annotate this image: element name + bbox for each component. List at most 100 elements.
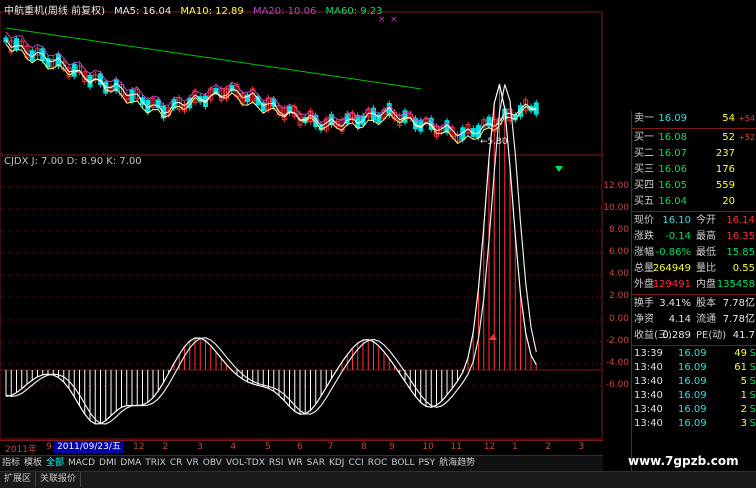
date-tick-label: 8: [360, 442, 367, 452]
stat-label: 今开: [696, 215, 716, 226]
indicator-label: CJDX J: 7.00 D: 8.90 K: 7.00: [4, 156, 142, 167]
tab-rsi[interactable]: RSI: [267, 456, 286, 470]
tab-template[interactable]: 模板: [22, 456, 44, 470]
tick-side: S: [749, 348, 756, 359]
tab-vr[interactable]: VR: [184, 456, 200, 470]
tick-time: 13:40: [634, 404, 663, 415]
quote-panel: 卖一 16.09 54 +54 买一 16.08 52 +52 买二 16.07 237 买三 16.…: [631, 111, 756, 471]
tick-side: S: [749, 404, 756, 415]
tab-sar[interactable]: SAR: [305, 456, 327, 470]
tick-row: 13:40 16.09 2 S: [632, 403, 756, 417]
axis-tick-label: -6.00: [605, 380, 629, 390]
stat-value: 0.289: [662, 330, 691, 341]
tick-price: 16.09: [678, 348, 707, 359]
tab-related-quotes[interactable]: 关联报价: [36, 472, 82, 487]
order-volume: 237: [715, 148, 735, 159]
tab-psy[interactable]: PSY: [416, 456, 437, 470]
date-tick-label: 10: [422, 442, 434, 452]
order-label: 买五: [634, 196, 654, 207]
axis-tick-label: 4.00: [608, 269, 629, 279]
tab-obv[interactable]: OBV: [201, 456, 224, 470]
date-tick-label: 9: [46, 442, 52, 452]
stat-label: 内盘: [696, 279, 716, 290]
tab-vol-tdx[interactable]: VOL-TDX: [224, 456, 267, 470]
date-tick-label: 9: [389, 442, 395, 452]
tick-list[interactable]: 13:39 16.09 49 S 13:40 16.09 61 S 13:40 16.09 5 S 13…: [632, 347, 756, 431]
ma60-label: MA60: 9.23: [325, 6, 383, 17]
stat-row: 总量 264949 量比 0.55: [632, 261, 756, 277]
tick-time: 13:40: [634, 390, 663, 401]
tab-indicator[interactable]: 指标: [0, 456, 22, 470]
tab-all[interactable]: 全部: [44, 456, 66, 470]
order-price: 16.08: [658, 132, 687, 143]
buy-row: 买五 16.04 20: [632, 194, 756, 210]
stat-label: 换手: [634, 298, 654, 309]
order-price: 16.07: [658, 148, 687, 159]
order-volume: 52: [722, 132, 735, 143]
kline-chart[interactable]: × ×: [0, 0, 603, 440]
tab-roc[interactable]: ROC: [366, 456, 390, 470]
tab-cr[interactable]: CR: [168, 456, 185, 470]
stat-row: 现价 16.10 今开 16.14: [632, 213, 756, 229]
stat-value: 129491: [652, 279, 691, 290]
date-tick-label: 4: [230, 442, 237, 452]
date-tick-label: 5: [264, 442, 271, 452]
date-tick-label: 2: [545, 442, 551, 452]
tab-航海趋势[interactable]: 航海趋势: [437, 456, 477, 470]
divider: [632, 128, 756, 129]
order-volume: 559: [715, 180, 735, 191]
order-label: 买三: [634, 164, 654, 175]
tab-wr[interactable]: WR: [286, 456, 305, 470]
tab-dma[interactable]: DMA: [118, 456, 143, 470]
order-label: 买二: [634, 148, 654, 159]
axis-tick-label: 6.00: [608, 247, 629, 257]
ma60-line: [5, 27, 421, 90]
order-volume: 20: [722, 196, 735, 207]
tick-row: 13:40 16.09 1 S: [632, 389, 756, 403]
candle-body: [360, 115, 366, 125]
tab-kdj[interactable]: KDJ: [327, 456, 347, 470]
date-tick-label: 6: [296, 442, 303, 452]
tab-dmi[interactable]: DMI: [97, 456, 118, 470]
stat-row: 涨幅 -0.86% 最低 15.85: [632, 245, 756, 261]
tab-macd[interactable]: MACD: [66, 456, 97, 470]
tick-side: S: [749, 376, 756, 387]
candle-body: [14, 38, 19, 50]
buy-row: 买四 16.05 559: [632, 178, 756, 194]
ma5-line: [5, 39, 537, 137]
sell-orders: 卖一 16.09 54 +54: [632, 111, 756, 127]
stat-label: 量比: [696, 263, 716, 274]
tab-boll[interactable]: BOLL: [389, 456, 416, 470]
stat-value: 15.85: [726, 247, 755, 258]
axis-tick-label: 10.00: [603, 203, 629, 213]
ma10-line: [5, 43, 537, 145]
tick-time: 13:39: [634, 348, 663, 359]
stat-label: 股本: [696, 298, 716, 309]
tick-price: 16.09: [678, 418, 707, 429]
order-price: 16.09: [658, 113, 687, 124]
axis-tick-label: -2.00: [605, 336, 629, 346]
tab-trix[interactable]: TRIX: [143, 456, 168, 470]
stat-value: -0.86%: [655, 247, 691, 258]
stat-label: 最低: [696, 247, 716, 258]
stat-value: 0.55: [732, 263, 755, 274]
tab-extension-area[interactable]: 扩展区: [0, 472, 37, 487]
ma20-label: MA20: 10.06: [252, 6, 317, 17]
buy-signal-arrow: [489, 334, 497, 340]
tab-cci[interactable]: CCI: [346, 456, 365, 470]
date-tick-label: 1: [512, 442, 518, 452]
tick-row: 13:40 16.09 61 S: [632, 361, 756, 375]
tick-time: 13:40: [634, 418, 663, 429]
tick-side: S: [749, 362, 756, 373]
order-change: +54: [738, 114, 755, 123]
order-change: +52: [738, 133, 755, 142]
axis-tick-label: 2.00: [608, 291, 629, 301]
ma5-label: MA5: 16.04: [114, 6, 172, 17]
date-tick-label: 3: [578, 442, 585, 452]
tick-volume: 61: [734, 362, 747, 373]
chart-area[interactable]: × ×: [0, 0, 603, 440]
divider: [632, 211, 756, 212]
order-label: 卖一: [634, 113, 654, 124]
tick-price: 16.09: [678, 362, 707, 373]
order-label: 买一: [634, 132, 654, 143]
